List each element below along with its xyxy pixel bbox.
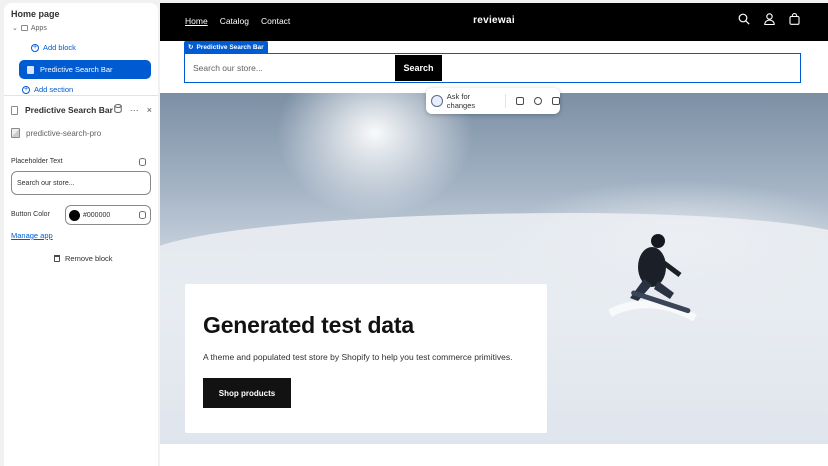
store-header: Home Catalog Contact reviewai	[160, 3, 828, 41]
theme-editor: Home page ⌄ Apps + Add block Predictive …	[0, 0, 828, 466]
apps-section-icon	[20, 25, 28, 31]
trash-icon	[54, 255, 60, 262]
remove-block-button[interactable]: Remove block	[54, 254, 113, 263]
store-search-button[interactable]: Search	[395, 55, 442, 81]
add-section-label: Add section	[34, 85, 74, 94]
selected-block-tag-label: Predictive Search Bar	[196, 43, 264, 51]
section-tree: Home page ⌄ Apps + Add block Predictive …	[4, 3, 158, 96]
hero-text-card: Generated test data A theme and populate…	[185, 284, 547, 433]
placeholder-text-input[interactable]: Search our store...	[11, 171, 151, 195]
app-source: predictive-search-pro	[11, 128, 101, 138]
search-icon[interactable]	[738, 13, 750, 25]
copy-icon[interactable]	[516, 97, 525, 105]
button-color-value: #000000	[83, 211, 111, 219]
button-color-label: Button Color	[11, 211, 50, 218]
store-preview: Home Catalog Contact reviewai ↻ Predicti…	[160, 3, 828, 466]
hero-title: Generated test data	[203, 312, 414, 338]
color-swatch[interactable]	[69, 209, 80, 221]
app-image-icon	[11, 128, 20, 138]
divider	[505, 94, 507, 108]
cart-icon[interactable]	[789, 13, 800, 25]
block-panel-header: Predictive Search Bar ··· ×	[4, 98, 158, 122]
shop-products-button[interactable]: Shop products	[203, 378, 291, 408]
refresh-icon: ↻	[188, 44, 194, 51]
tree-item-predictive-search-bar[interactable]: Predictive Search Bar	[19, 60, 151, 79]
plus-circle-icon: +	[31, 43, 39, 52]
block-panel-title: Predictive Search Bar	[25, 105, 113, 115]
store-search-input[interactable]: Search our store...	[186, 55, 395, 81]
chevron-down-icon: ⌄	[12, 25, 18, 32]
preview-bottom-area	[160, 444, 828, 466]
assistant-icon	[431, 95, 443, 107]
tree-item-apps[interactable]: ⌄ Apps	[12, 24, 47, 33]
tree-item-label: Predictive Search Bar	[40, 65, 113, 74]
plus-circle-icon: +	[22, 85, 30, 94]
ask-for-changes-button[interactable]: Ask for changes	[447, 92, 500, 110]
hero-subtitle: A theme and populated test store by Shop…	[203, 352, 513, 362]
block-icon	[27, 65, 34, 74]
block-panel-actions: ··· ×	[114, 104, 152, 115]
placeholder-text-label: Placeholder Text	[11, 158, 63, 165]
selected-block-tag: ↻ Predictive Search Bar	[184, 41, 268, 53]
database-icon[interactable]	[139, 158, 146, 166]
more-actions-button[interactable]: ···	[130, 105, 139, 115]
header-icons	[738, 13, 800, 25]
editor-sidebar: Home page ⌄ Apps + Add block Predictive …	[4, 3, 158, 466]
database-icon[interactable]	[114, 104, 122, 115]
store-brand[interactable]: reviewai	[160, 15, 828, 26]
hide-icon[interactable]	[534, 97, 543, 105]
add-block-label: Add block	[43, 43, 76, 52]
add-block-button[interactable]: + Add block	[31, 43, 76, 52]
manage-app-link[interactable]: Manage app	[11, 231, 53, 240]
hero-image-snowboarder	[608, 234, 697, 322]
tree-item-apps-label: Apps	[30, 24, 47, 32]
hero-banner: Generated test data A theme and populate…	[160, 93, 828, 444]
ask-for-changes-toolbar: Ask for changes	[426, 88, 561, 114]
database-icon[interactable]	[139, 211, 146, 219]
account-icon[interactable]	[764, 13, 775, 25]
close-button[interactable]: ×	[147, 105, 152, 115]
trash-icon[interactable]	[552, 97, 561, 105]
remove-block-label: Remove block	[65, 254, 113, 263]
predictive-search-section: ↻ Predictive Search Bar Search our store…	[160, 41, 828, 93]
template-title: Home page	[11, 9, 60, 19]
app-name: predictive-search-pro	[26, 128, 102, 138]
add-section-button[interactable]: + Add section	[22, 85, 73, 94]
block-icon	[11, 105, 18, 115]
